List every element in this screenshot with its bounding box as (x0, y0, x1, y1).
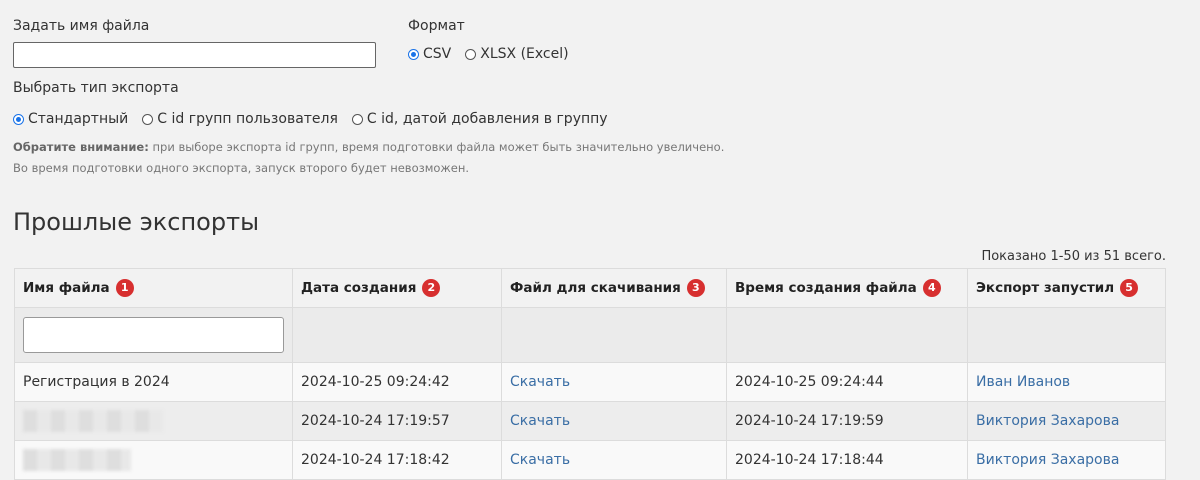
download-link[interactable]: Скачать (510, 452, 570, 468)
cell-file-time: 2024-10-24 17:18:44 (726, 440, 968, 480)
export-note-line2: Во время подготовки одного экспорта, зап… (13, 161, 470, 175)
number-badge: 3 (686, 279, 705, 297)
export-type-option-label: Стандартный (28, 111, 129, 127)
cell-file-name (14, 440, 293, 480)
export-type-option-label: С id, датой добавления в группу (366, 111, 608, 127)
format-radio-group: CSV XLSX (Excel) (408, 46, 583, 62)
format-option-xlsx[interactable]: XLSX (Excel) (465, 46, 569, 62)
column-header-file-time[interactable]: Время создания файла 4 (726, 268, 968, 308)
cell-started-by: Иван Иванов (967, 362, 1166, 402)
cell-file-name: Регистрация в 2024 (14, 362, 293, 402)
radio-icon[interactable] (465, 48, 477, 60)
cell-created: 2024-10-24 17:19:57 (292, 401, 502, 441)
cell-created: 2024-10-24 17:18:42 (292, 440, 502, 480)
format-option-label: CSV (423, 46, 452, 62)
filter-cell (726, 307, 968, 363)
cell-started-by: Виктория Захарова (967, 440, 1166, 480)
column-header-started-by[interactable]: Экспорт запустил 5 (967, 268, 1166, 308)
export-type-radio-group: Стандартный С id групп пользователя С id… (13, 111, 622, 127)
radio-checked-icon[interactable] (13, 113, 24, 125)
cell-created: 2024-10-25 09:24:42 (292, 362, 502, 402)
file-name-filter-input[interactable] (23, 317, 284, 353)
format-label: Формат (408, 18, 465, 34)
download-link[interactable]: Скачать (510, 413, 570, 429)
section-title: Прошлые экспорты (13, 208, 260, 236)
export-note: Обратите внимание: при выборе экспорта i… (13, 140, 724, 154)
column-header-label: Время создания файла (735, 280, 917, 296)
table-filter-row (14, 307, 1166, 363)
number-badge: 5 (1120, 279, 1139, 297)
radio-icon[interactable] (142, 113, 154, 125)
column-header-label: Файл для скачивания (510, 280, 681, 296)
filter-cell (501, 307, 727, 363)
export-type-standard[interactable]: Стандартный (13, 111, 128, 127)
radio-checked-icon[interactable] (408, 48, 419, 60)
file-name-label: Задать имя файла (13, 18, 150, 34)
filter-cell (967, 307, 1166, 363)
column-header-label: Имя файла (23, 280, 110, 296)
cell-file-time: 2024-10-24 17:19:59 (726, 401, 968, 441)
pagination-summary: Показано 1-50 из 51 всего. (981, 249, 1166, 264)
column-header-download[interactable]: Файл для скачивания 3 (501, 268, 727, 308)
table-row: Регистрация в 2024 2024-10-25 09:24:42 С… (14, 362, 1166, 402)
format-option-label: XLSX (Excel) (480, 46, 569, 62)
blurred-file-name (23, 410, 163, 432)
blurred-file-name (23, 449, 131, 471)
number-badge: 1 (115, 279, 134, 297)
cell-file-time: 2024-10-25 09:24:44 (726, 362, 968, 402)
download-link[interactable]: Скачать (510, 374, 570, 390)
file-name-input[interactable] (13, 42, 376, 68)
column-header-label: Экспорт запустил (976, 280, 1115, 296)
user-link[interactable]: Иван Иванов (976, 374, 1070, 390)
export-type-option-label: С id групп пользователя (157, 111, 338, 127)
number-badge: 2 (422, 279, 441, 297)
filter-cell (14, 307, 293, 363)
cell-download: Скачать (501, 440, 727, 480)
user-link[interactable]: Виктория Захарова (976, 413, 1119, 429)
export-note-text: при выборе экспорта id групп, время подг… (148, 140, 725, 154)
cell-download: Скачать (501, 401, 727, 441)
user-link[interactable]: Виктория Захарова (976, 452, 1119, 468)
table-header-row: Имя файла 1 Дата создания 2 Файл для скачи… (14, 268, 1166, 308)
format-option-csv[interactable]: CSV (408, 46, 451, 62)
export-type-group-ids[interactable]: С id групп пользователя (142, 111, 338, 127)
cell-started-by: Виктория Захарова (967, 401, 1166, 441)
column-header-label: Дата создания (301, 280, 417, 296)
export-type-group-ids-date[interactable]: С id, датой добавления в группу (351, 111, 608, 127)
filter-cell (292, 307, 502, 363)
export-note-bold: Обратите внимание: (13, 140, 149, 154)
column-header-created[interactable]: Дата создания 2 (292, 268, 502, 308)
column-header-file-name[interactable]: Имя файла 1 (14, 268, 293, 308)
past-exports-table: Имя файла 1 Дата создания 2 Файл для скачи… (14, 268, 1166, 480)
radio-icon[interactable] (351, 113, 363, 125)
cell-download: Скачать (501, 362, 727, 402)
table-row: 2024-10-24 17:18:42 Скачать 2024-10-24 1… (14, 440, 1166, 480)
table-row: 2024-10-24 17:19:57 Скачать 2024-10-24 1… (14, 401, 1166, 441)
cell-file-name (14, 401, 293, 441)
export-type-label: Выбрать тип экспорта (13, 80, 179, 96)
number-badge: 4 (922, 279, 941, 297)
